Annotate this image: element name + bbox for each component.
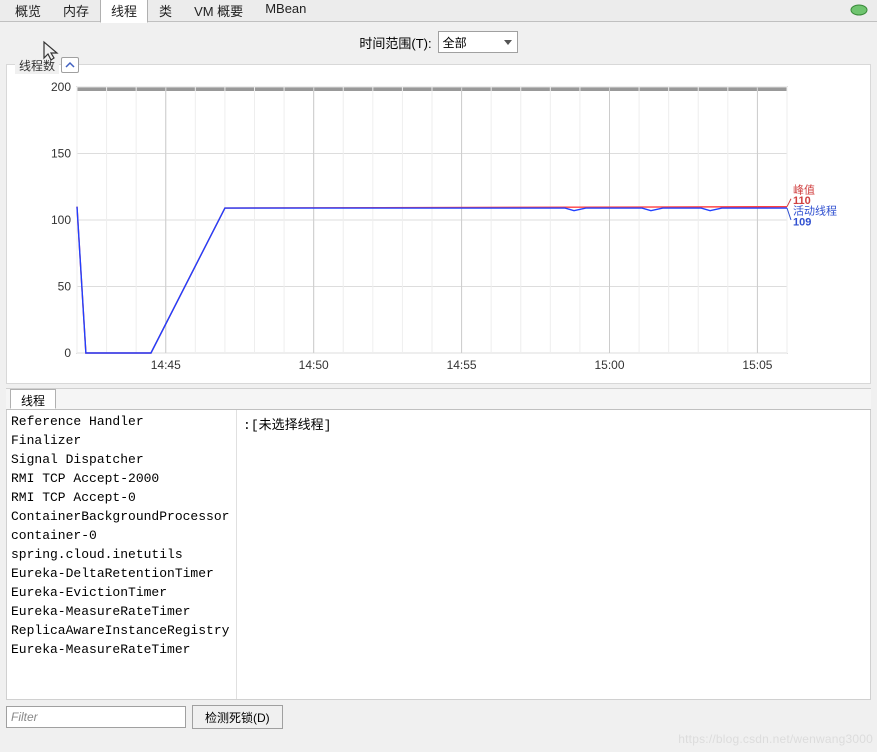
cursor-icon bbox=[42, 40, 60, 65]
time-range-select[interactable]: 全部 bbox=[438, 31, 518, 53]
threads-sub-tabbar: 线程 bbox=[6, 388, 871, 410]
thread-list-item[interactable]: Signal Dispatcher bbox=[11, 450, 232, 469]
svg-text:15:00: 15:00 bbox=[594, 358, 624, 372]
threads-tab[interactable]: 线程 bbox=[10, 389, 56, 409]
thread-list[interactable]: Reference HandlerFinalizerSignal Dispatc… bbox=[7, 410, 236, 699]
svg-text:14:45: 14:45 bbox=[151, 358, 181, 372]
main-tab-0[interactable]: 概览 bbox=[4, 0, 52, 23]
connection-status-icon bbox=[849, 3, 869, 20]
thread-detail-panel: :[未选择线程] bbox=[237, 410, 870, 699]
thread-list-column: Reference HandlerFinalizerSignal Dispatc… bbox=[7, 410, 237, 699]
svg-text:0: 0 bbox=[64, 346, 71, 360]
main-tab-1[interactable]: 内存 bbox=[52, 0, 100, 23]
svg-text:14:50: 14:50 bbox=[299, 358, 329, 372]
thread-chart-panel: 线程数 05010015020014:4514:5014:5515:0015:0… bbox=[6, 64, 871, 384]
thread-list-item[interactable]: Eureka-MeasureRateTimer bbox=[11, 640, 232, 659]
main-tab-2[interactable]: 线程 bbox=[100, 0, 148, 23]
detect-deadlock-button[interactable]: 检测死锁(D) bbox=[192, 705, 283, 729]
thread-list-item[interactable]: Finalizer bbox=[11, 431, 232, 450]
thread-list-item[interactable]: Reference Handler bbox=[11, 412, 232, 431]
chevron-up-icon bbox=[65, 61, 75, 69]
main-tab-4[interactable]: VM 概要 bbox=[183, 0, 254, 23]
threads-body: Reference HandlerFinalizerSignal Dispatc… bbox=[6, 410, 871, 700]
time-range-value: 全部 bbox=[443, 34, 467, 51]
main-tab-3[interactable]: 类 bbox=[148, 0, 183, 23]
thread-list-item[interactable]: container-0 bbox=[11, 526, 232, 545]
dotted-lead: : bbox=[243, 418, 251, 433]
thread-list-item[interactable]: Eureka-DeltaRetentionTimer bbox=[11, 564, 232, 583]
thread-list-item[interactable]: ContainerBackgroundProcessor bbox=[11, 507, 232, 526]
time-range-row: 时间范围(T): 全部 bbox=[0, 22, 877, 62]
thread-list-item[interactable]: RMI TCP Accept-0 bbox=[11, 488, 232, 507]
filter-input[interactable] bbox=[6, 706, 186, 728]
thread-list-item[interactable]: spring.cloud.inetutils bbox=[11, 545, 232, 564]
main-tabbar: 概览内存线程类VM 概要MBean bbox=[0, 0, 877, 22]
thread-list-item[interactable]: RMI TCP Accept-2000 bbox=[11, 469, 232, 488]
time-range-label: 时间范围(T): bbox=[359, 33, 431, 52]
thread-list-item[interactable]: Eureka-MeasureRateTimer bbox=[11, 602, 232, 621]
svg-text:100: 100 bbox=[51, 213, 71, 227]
chart-area: 05010015020014:4514:5014:5515:0015:05峰值1… bbox=[7, 79, 870, 383]
main-tab-5[interactable]: MBean bbox=[254, 0, 317, 23]
collapse-chart-button[interactable] bbox=[61, 57, 79, 73]
thread-list-item[interactable]: ReplicaAwareInstanceRegistry bbox=[11, 621, 232, 640]
thread-list-item[interactable]: Eureka-EvictionTimer bbox=[11, 583, 232, 602]
svg-text:15:05: 15:05 bbox=[742, 358, 772, 372]
thread-detail-placeholder: [未选择线程] bbox=[251, 418, 332, 433]
svg-text:14:55: 14:55 bbox=[447, 358, 477, 372]
svg-text:150: 150 bbox=[51, 147, 71, 161]
watermark: https://blog.csdn.net/wenwang3000 bbox=[678, 732, 873, 746]
svg-text:109: 109 bbox=[793, 216, 811, 228]
svg-text:50: 50 bbox=[58, 280, 72, 294]
filter-row: 检测死锁(D) bbox=[6, 704, 871, 730]
svg-text:200: 200 bbox=[51, 80, 71, 94]
